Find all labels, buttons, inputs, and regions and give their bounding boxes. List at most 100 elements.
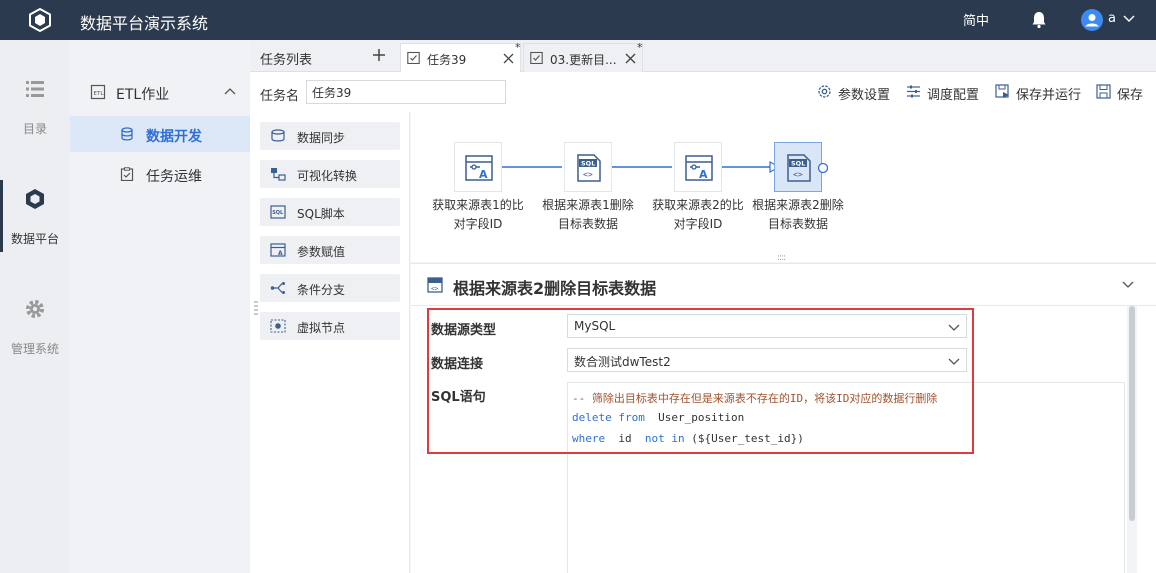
tab-bar: 任务列表 任务39 * 03.更新目... * [250,40,1156,72]
resize-grip[interactable]: :::: [777,253,786,263]
transform-icon [271,168,286,181]
palette-item-label: 条件分支 [297,283,346,297]
toolbar-button-label: 调度配置 [927,88,980,103]
plus-icon[interactable] [372,48,386,62]
palette-item-label: 参数赋值 [297,245,346,259]
node-label-line: 获取来源表1的比 [432,198,524,212]
user-name[interactable]: a [1108,11,1116,26]
tab-label: 任务39 [427,53,467,67]
data-sync-icon [271,129,285,142]
param-node-icon: A [465,155,493,181]
palette-item-visual-transform[interactable]: 可视化转换 [260,160,400,188]
flow-node-2[interactable]: SQL <> [564,142,612,192]
language-switch[interactable]: 简中 [963,10,989,29]
branch-icon [270,282,285,294]
database-icon [121,127,133,141]
cube-logo-icon [29,8,51,32]
task-name-input[interactable] [306,80,506,104]
rail-label: 数据平台 [10,232,59,246]
svg-text:<>: <> [793,170,803,179]
divider [411,305,1156,306]
close-icon[interactable] [503,53,514,64]
palette-item-sql-script[interactable]: SQL SQL脚本 [260,198,400,226]
param-node-icon: A [685,155,713,181]
flow-node-3[interactable]: A [674,142,722,192]
rail-item-catalog[interactable]: 目录 [0,78,70,158]
svg-text:SQL: SQL [791,160,805,168]
app-title: 数据平台演示系统 [80,14,209,33]
tab-label: 03.更新目... [550,53,617,67]
close-icon[interactable] [625,53,636,64]
sql-node-icon: <> [427,277,443,293]
toolbar-button-label: 保存 [1117,88,1144,103]
node-palette: 数据同步 可视化转换 SQL SQL脚本 A 参数赋值 条件分支 虚拟节点 [250,112,410,573]
task-name-label: 任务名 [260,89,300,104]
detail-title: 根据来源表2删除目标表数据 [453,279,657,298]
list-icon [26,81,44,97]
nav-panel: ETL ETL作业 数据开发 任务运维 [70,40,250,573]
palette-item-label: 可视化转换 [297,169,358,183]
toolbar-button-label: 保存并运行 [1016,88,1082,103]
flow-node-1[interactable]: A [454,142,502,192]
settings-icon [818,85,831,98]
sql-icon: SQL [270,205,286,219]
rail-label: 管理系统 [10,342,59,356]
flow-canvas[interactable]: A 获取来源表1的比 对字段ID SQL <> 根据来源表1删除 目标表数据 A… [411,112,1156,263]
nav-group-label: ETL作业 [116,87,170,103]
palette-item-data-sync[interactable]: 数据同步 [260,122,400,150]
virtual-node-icon [270,319,286,333]
tab-task39[interactable]: 任务39 * [400,41,521,72]
param-assign-icon: A [270,243,286,257]
palette-item-condition-branch[interactable]: 条件分支 [260,274,400,302]
toolbar-button-label: 参数设置 [838,88,891,103]
chevron-down-icon[interactable] [1121,278,1135,292]
palette-item-virtual-node[interactable]: 虚拟节点 [260,312,400,340]
palette-item-param-assign[interactable]: A 参数赋值 [260,236,400,264]
save-run-icon [995,84,1009,98]
node-label-line: 对字段ID [453,217,503,231]
gear-icon [26,300,44,318]
tab-update-target[interactable]: 03.更新目... * [523,41,643,72]
splitter-handle[interactable] [254,300,258,316]
palette-item-label: 数据同步 [297,131,346,145]
flow-node-label: 获取来源表1的比 对字段ID [418,196,538,234]
cube-icon [26,189,44,209]
etl-icon: ETL [90,84,106,100]
modified-marker: * [515,41,521,54]
scrollbar-thumb[interactable] [1129,306,1135,521]
nav-item-task-ops[interactable]: 任务运维 [70,156,250,192]
nav-group-etl[interactable]: ETL ETL作业 [70,76,250,108]
palette-item-label: SQL脚本 [297,207,345,221]
detail-scrollbar[interactable] [1127,306,1137,573]
rail-item-management[interactable]: 管理系统 [0,298,70,378]
chevron-down-icon[interactable] [1122,12,1136,26]
svg-text:A: A [278,250,283,257]
flow-node-4-selected[interactable]: SQL <> [774,142,822,192]
node-detail-panel: <> 根据来源表2删除目标表数据 数据源类型 MySQL 数据连接 数合测试dw… [411,263,1156,573]
nav-item-label: 任务运维 [146,169,202,185]
svg-text:<>: <> [583,170,593,179]
output-port-icon[interactable] [817,162,829,174]
rail-label: 目录 [22,122,47,136]
task-list-tab[interactable]: 任务列表 [250,40,400,72]
red-highlight-box [427,308,974,454]
chevron-up-icon[interactable] [224,86,236,98]
clipboard-check-icon [120,167,134,181]
node-label-line: 根据来源表1删除 [542,198,634,212]
task-check-icon [407,51,420,64]
bell-icon[interactable] [1031,11,1047,29]
task-list-label: 任务列表 [260,53,313,68]
rail-item-data-platform[interactable]: 数据平台 [0,180,70,268]
node-label-line: 根据来源表2删除 [752,198,844,212]
nav-item-data-dev[interactable]: 数据开发 [70,116,250,152]
sliders-icon [907,85,920,98]
task-toolbar: 任务名 参数设置 调度配置 保存并运行 保存 [250,72,1156,112]
svg-text:SQL: SQL [272,210,284,216]
node-label-line: 目标表数据 [557,217,618,231]
sql-node-icon: SQL <> [787,154,811,182]
avatar[interactable] [1081,9,1103,31]
task-check-icon [530,51,543,64]
flow-node-label: 根据来源表1删除 目标表数据 [528,196,648,234]
sql-node-icon: SQL <> [577,154,601,182]
palette-item-label: 虚拟节点 [297,321,346,335]
